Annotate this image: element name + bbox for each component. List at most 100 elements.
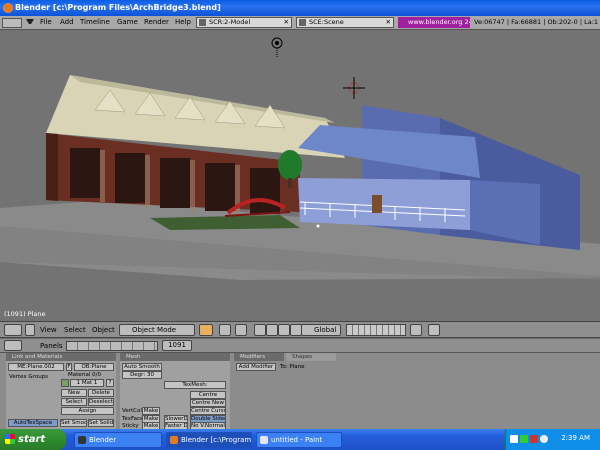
material-help-button[interactable]: ?: [106, 379, 114, 387]
window-title-bar[interactable]: Blender [c:\Program Files\ArchBridge3.bl…: [0, 0, 600, 16]
3d-cursor: [343, 77, 365, 99]
menu-file[interactable]: File: [40, 18, 52, 26]
link-materials-tab[interactable]: Link and Materials: [6, 353, 116, 361]
blender-url-text: www.blender.org 241: [408, 18, 470, 26]
menu-add[interactable]: Add: [60, 18, 74, 26]
menu-render[interactable]: Render: [144, 18, 169, 26]
set-solid-button[interactable]: Set Solid: [88, 419, 114, 427]
task-label: untitled - Paint: [271, 436, 323, 444]
scene-browse-icon[interactable]: [299, 19, 306, 26]
blender-url-banner[interactable]: www.blender.org 241: [398, 17, 470, 28]
texmesh-field[interactable]: TexMesh:: [164, 381, 226, 389]
vertcol-label: VertCol: [122, 408, 142, 414]
console-icon: [78, 436, 86, 444]
render-view-icon[interactable]: [428, 324, 440, 336]
screen-browse-icon[interactable]: [199, 19, 206, 26]
start-button[interactable]: start: [0, 429, 66, 450]
tray-icon-3[interactable]: [530, 435, 538, 443]
degr-field[interactable]: Degr: 30: [122, 371, 162, 379]
frame-counter[interactable]: 1091: [162, 340, 192, 351]
vertcol-make-button[interactable]: Make: [142, 407, 160, 415]
screen-delete-icon[interactable]: ✕: [284, 18, 289, 27]
object-name-field[interactable]: OB:Plane: [74, 363, 114, 371]
window-type-menu[interactable]: [2, 18, 22, 28]
task-label: Blender: [89, 436, 117, 444]
material-color-swatch[interactable]: [61, 379, 69, 387]
panels-label: Panels: [40, 342, 63, 350]
auto-smooth-toggle[interactable]: Auto Smooth: [122, 363, 162, 371]
fake-user-toggle[interactable]: F: [66, 363, 72, 371]
material-index-field[interactable]: 1 Mat 1: [70, 379, 104, 387]
mesh-name-field[interactable]: ME:Plane.002: [8, 363, 64, 371]
task-blender-main[interactable]: Blender [c:\Program ...: [166, 432, 252, 448]
buttons-header: Panels 1091: [0, 339, 600, 353]
orientation-select[interactable]: Global: [301, 324, 341, 336]
system-tray: 2:39 AM: [505, 429, 600, 450]
set-smooth-button[interactable]: Set Smoot: [60, 419, 87, 427]
translate-icon[interactable]: [278, 324, 290, 336]
add-modifier-button[interactable]: Add Modifier: [236, 363, 276, 371]
mode-select-value: Object Mode: [132, 326, 177, 334]
blender-app-icon: [3, 3, 13, 13]
tray-icon-1[interactable]: [510, 435, 518, 443]
context-icons[interactable]: [66, 341, 158, 351]
centre-cursor-button[interactable]: Centre Cursor: [190, 407, 226, 415]
material-select-button[interactable]: Select: [61, 398, 87, 406]
centre-new-button[interactable]: Centre New: [190, 399, 226, 407]
layer-buttons[interactable]: [346, 324, 406, 336]
house-wall: [298, 178, 470, 230]
collapse-arrow-icon[interactable]: [26, 19, 34, 27]
draw-type-icon[interactable]: [199, 324, 213, 336]
vertex-groups-label: Vertex Groups: [9, 374, 49, 380]
buttons-window: Link and Materials ME:Plane.002 F OB:Pla…: [0, 353, 600, 430]
centre-button[interactable]: Centre: [190, 391, 226, 399]
paint-icon: [260, 436, 268, 444]
material-deselect-button[interactable]: Deselect: [88, 398, 114, 406]
tree: [278, 150, 302, 180]
menu-object[interactable]: Object: [92, 326, 115, 334]
tray-icon-2[interactable]: [520, 435, 528, 443]
material-new-button[interactable]: New: [61, 389, 87, 397]
3d-viewport[interactable]: (1091) Plane: [0, 30, 600, 321]
menu-select[interactable]: Select: [64, 326, 86, 334]
screen-selector[interactable]: SCR:2-Model ✕: [196, 17, 292, 28]
snap-icon[interactable]: [235, 324, 247, 336]
scene-name: SCE:Scene: [309, 18, 344, 26]
hand-icon[interactable]: [254, 324, 266, 336]
taskbar: start Blender Blender [c:\Program ... un…: [0, 429, 600, 450]
mesh-tab[interactable]: Mesh: [120, 353, 230, 361]
layer-lock-button[interactable]: [410, 324, 422, 336]
viewport-frame-label: (1091) Plane: [4, 310, 46, 318]
mesh-panel: Mesh Auto Smooth Degr: 30 TexMesh: Centr…: [120, 353, 230, 430]
modifiers-panel: Modifiers Shapes Add Modifier To: Plane: [234, 353, 344, 429]
window-type-button[interactable]: [4, 324, 22, 336]
task-blender-console[interactable]: Blender: [74, 432, 162, 448]
menu-view[interactable]: View: [40, 326, 57, 334]
menu-game[interactable]: Game: [117, 18, 138, 26]
material-count-label: Material 0/0: [68, 372, 101, 378]
task-label: Blender [c:\Program ...: [181, 436, 252, 444]
mode-select[interactable]: Object Mode: [119, 324, 195, 336]
layer-lock-icon[interactable]: [219, 324, 231, 336]
clock: 2:39 AM: [561, 434, 590, 442]
scene-delete-icon[interactable]: ✕: [386, 18, 391, 27]
orientation-value: Global: [314, 326, 337, 334]
scene-selector[interactable]: SCE:Scene ✕: [296, 17, 394, 28]
autotexspace-toggle[interactable]: AutoTexSpace: [8, 419, 58, 427]
manipulator-icon[interactable]: [266, 324, 278, 336]
modifiers-tab[interactable]: Modifiers: [234, 353, 284, 361]
material-delete-button[interactable]: Delete: [88, 389, 114, 397]
volume-icon[interactable]: [540, 435, 548, 443]
menu-help[interactable]: Help: [175, 18, 191, 26]
task-paint[interactable]: untitled - Paint: [256, 432, 342, 448]
header-collapse-icon[interactable]: [25, 324, 35, 336]
menu-timeline[interactable]: Timeline: [80, 18, 110, 26]
windows-logo-icon: [5, 434, 15, 444]
house-door: [372, 195, 382, 213]
shapes-tab[interactable]: Shapes: [286, 353, 336, 361]
start-label: start: [18, 434, 46, 445]
viewport-scene: [0, 37, 600, 280]
buttons-window-type[interactable]: [4, 340, 22, 351]
modifier-target-label: To: Plane: [280, 364, 305, 370]
material-assign-button[interactable]: Assign: [61, 407, 114, 415]
